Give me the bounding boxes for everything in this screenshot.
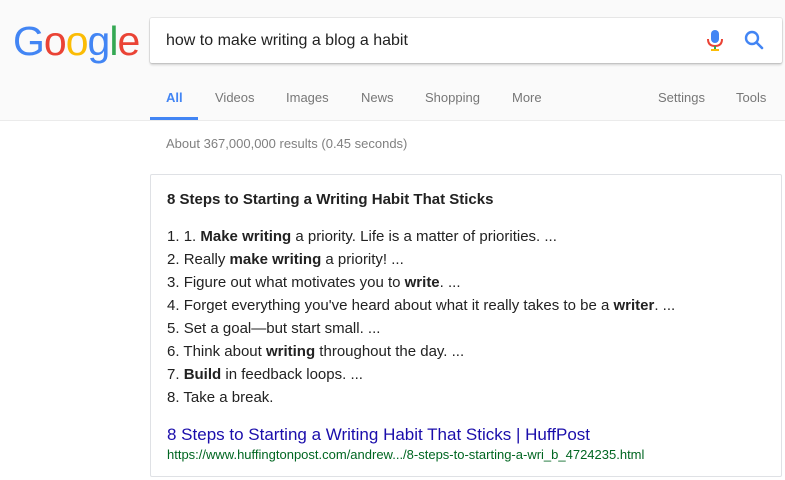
tab-more[interactable]: More (512, 90, 542, 105)
logo-letter: l (109, 18, 118, 64)
result-title-link[interactable]: 8 Steps to Starting a Writing Habit That… (167, 425, 590, 445)
tab-news[interactable]: News (361, 90, 394, 105)
snippet-steps-list: 1. 1. Make writing a priority. Life is a… (167, 225, 767, 409)
microphone-icon[interactable] (704, 28, 726, 52)
search-input[interactable]: how to make writing a blog a habit (150, 18, 782, 63)
snippet-title: 8 Steps to Starting a Writing Habit That… (167, 191, 494, 208)
featured-snippet: 8 Steps to Starting a Writing Habit That… (150, 174, 782, 477)
logo-letter: g (87, 18, 111, 64)
logo-letter: G (13, 18, 45, 64)
snippet-step: 2. Really make writing a priority! ... (167, 251, 404, 268)
active-tab-indicator (150, 117, 198, 120)
search-header: Google how to make writing a blog a habi… (0, 0, 785, 121)
snippet-step: 6. Think about writing throughout the da… (167, 343, 465, 360)
tab-images[interactable]: Images (286, 90, 329, 105)
tools-button[interactable]: Tools (736, 90, 766, 105)
tab-all[interactable]: All (166, 90, 183, 105)
search-query[interactable]: how to make writing a blog a habit (166, 32, 408, 50)
tab-shopping[interactable]: Shopping (425, 90, 480, 105)
snippet-step: 7. Build in feedback loops. ... (167, 366, 363, 383)
snippet-step: 3. Figure out what motivates you to writ… (167, 274, 461, 291)
google-logo[interactable]: Google (13, 18, 140, 64)
logo-letter: o (43, 18, 67, 64)
result-stats: About 367,000,000 results (0.45 seconds) (166, 136, 408, 151)
snippet-step: 5. Set a goal—but start small. ... (167, 320, 381, 337)
logo-letter: e (117, 18, 140, 64)
logo-letter: o (65, 18, 89, 64)
tab-videos[interactable]: Videos (215, 90, 255, 105)
search-icon[interactable] (743, 29, 765, 51)
snippet-step: 1. 1. Make writing a priority. Life is a… (167, 228, 557, 245)
snippet-step: 4. Forget everything you've heard about … (167, 297, 676, 314)
snippet-step: 8. Take a break. (167, 389, 274, 406)
result-url: https://www.huffingtonpost.com/andrew...… (167, 447, 645, 462)
search-tabs: All Videos Images News Shopping More Set… (0, 84, 785, 121)
settings-button[interactable]: Settings (658, 90, 705, 105)
